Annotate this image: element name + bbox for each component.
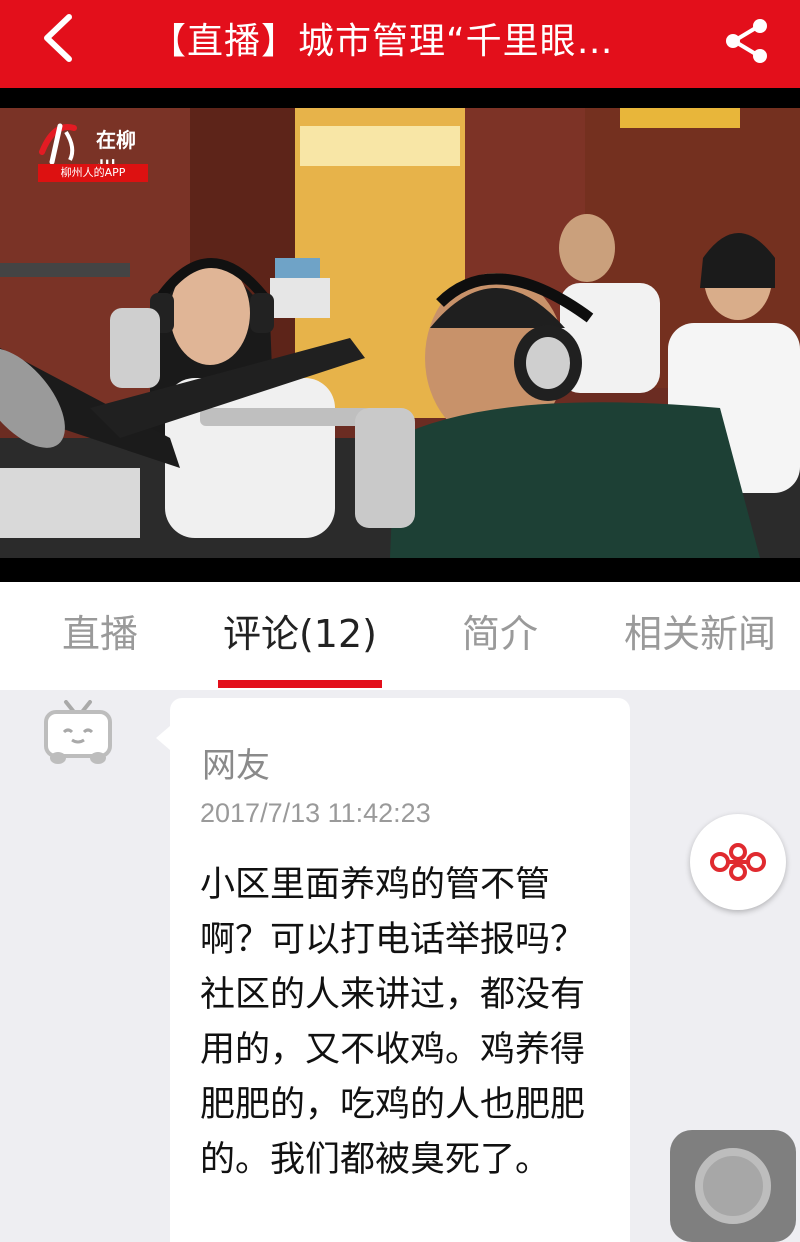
comment-username: 网友 [202, 746, 270, 786]
comment-list: 网友 2017/7/13 11:42:23 小区里面养鸡的管不管啊？可以打电话举… [0, 690, 800, 1242]
back-chevron-icon [44, 14, 72, 62]
bubble-tail [156, 726, 170, 750]
share-button[interactable] [718, 12, 776, 70]
comment-text: 小区里面养鸡的管不管啊？可以打电话举报吗？社区的人来讲过，都没有用的，又不收鸡。… [200, 865, 586, 1180]
tab-comments[interactable]: 评论(12) [200, 582, 400, 690]
share-icon [726, 19, 767, 63]
back-button[interactable] [30, 10, 86, 66]
liuzhou-logo-icon [39, 123, 77, 165]
video-player[interactable]: 在柳州 柳州人的APP [0, 88, 800, 582]
avatar [42, 700, 114, 766]
assistive-touch-button[interactable] [670, 1130, 796, 1242]
video-logo-watermark: 在柳州 柳州人的APP [36, 118, 150, 190]
page-title: 【直播】城市管理“千里眼… [150, 21, 614, 62]
comment-timestamp: 2017/7/13 11:42:23 [200, 798, 431, 828]
tab-intro[interactable]: 简介 [420, 582, 580, 690]
tab-bar: 直播 评论(12) 简介 相关新闻 [0, 582, 800, 690]
tab-related-news[interactable]: 相关新闻 [600, 582, 800, 690]
logo-subtitle: 柳州人的APP [38, 164, 148, 182]
active-tab-indicator [218, 680, 382, 688]
top-bar: 【直播】城市管理“千里眼… [0, 0, 800, 88]
comment-bubble: 网友 2017/7/13 11:42:23 小区里面养鸡的管不管啊？可以打电话举… [156, 698, 630, 1242]
assistive-touch-icon [695, 1148, 771, 1224]
floating-badge[interactable] [690, 814, 786, 910]
tv-avatar-icon [44, 700, 112, 764]
china-unicom-knot-icon [710, 843, 766, 881]
tab-live[interactable]: 直播 [20, 582, 180, 690]
